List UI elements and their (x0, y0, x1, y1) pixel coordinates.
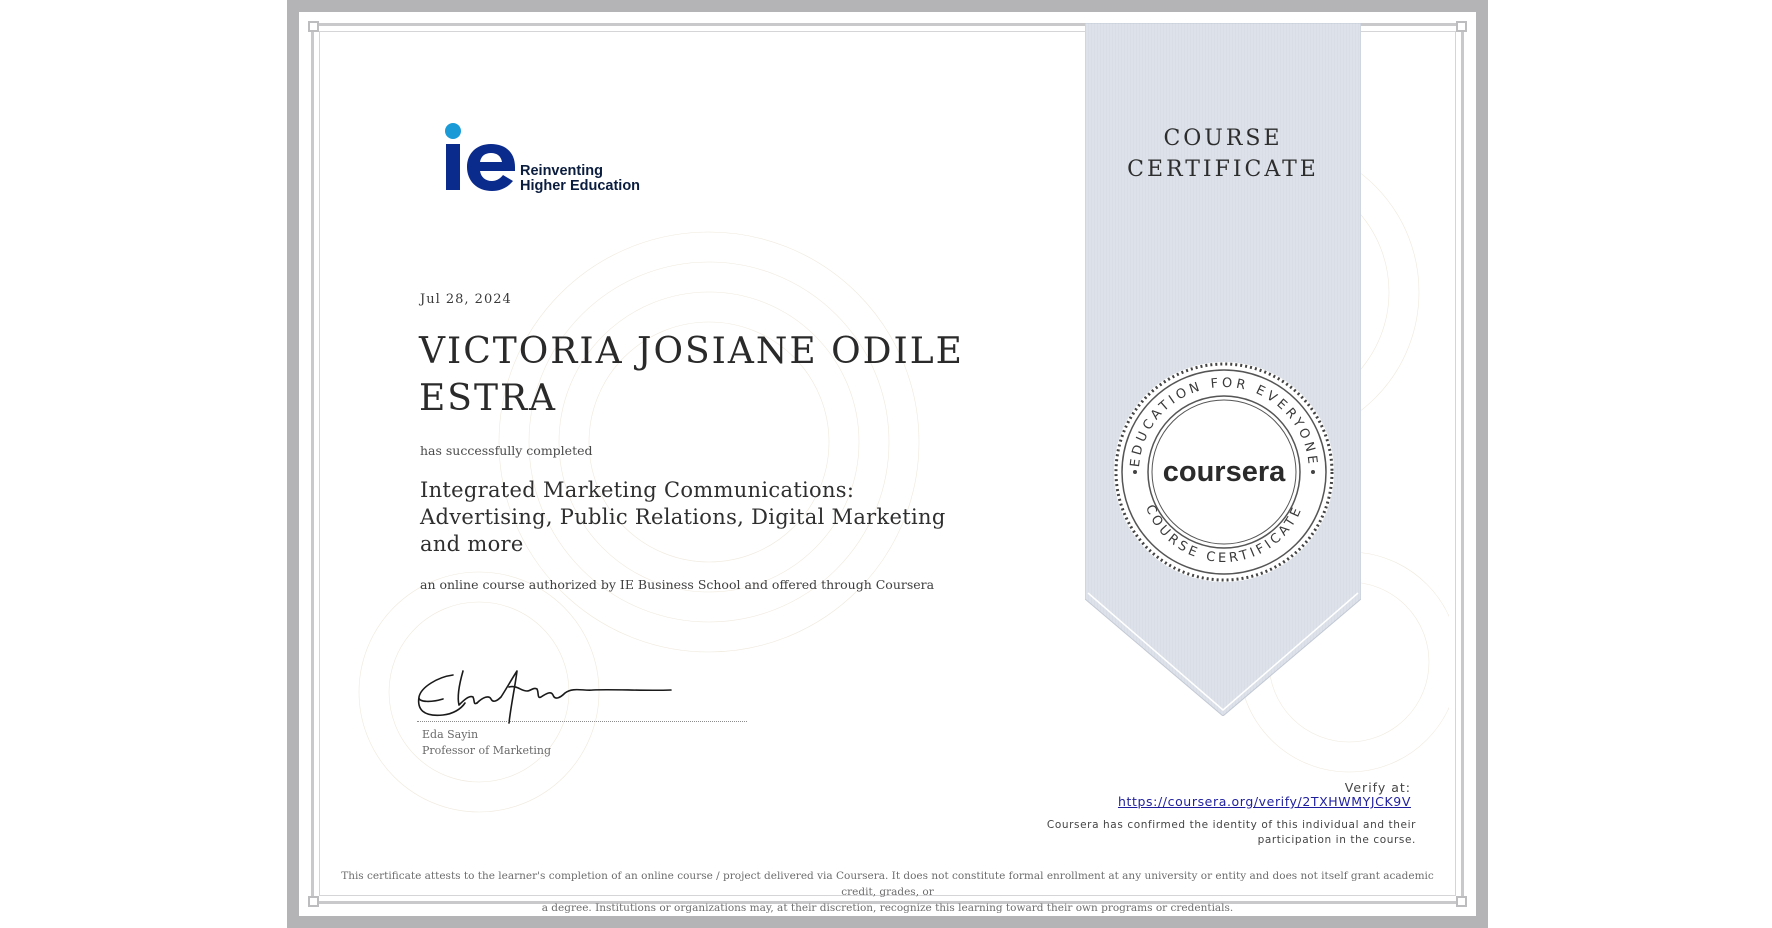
verify-label: Verify at: (1344, 780, 1411, 795)
verify-link[interactable]: https://coursera.org/verify/2TXHWMYJCK9V (1118, 794, 1411, 809)
signature-line (417, 721, 747, 722)
completed-text: has successfully completed (420, 443, 593, 458)
ie-logo-mark (445, 123, 515, 191)
certificate-ribbon: COURSE CERTIFICATE EDUCATION FOR EVERYON… (1085, 23, 1361, 716)
corner-ornament (1456, 896, 1467, 907)
logo-tagline-line: Higher Education (520, 178, 641, 194)
completion-date: Jul 28, 2024 (420, 292, 512, 307)
course-description: an online course authorized by IE Busine… (420, 577, 935, 592)
corner-ornament (1456, 21, 1467, 32)
certificate-sheet: COURSE CERTIFICATE EDUCATION FOR EVERYON… (299, 12, 1476, 916)
heading-line: CERTIFICATE (1127, 157, 1319, 182)
signature-image (417, 670, 672, 724)
course-title-line: and more (420, 532, 524, 556)
certificate-frame: COURSE CERTIFICATE EDUCATION FOR EVERYON… (287, 0, 1488, 928)
recipient-name: VICTORIA JOSIANE ODILE ESTRA (419, 328, 979, 422)
disclaimer-line: This certificate attests to the learner'… (341, 870, 1434, 898)
logo-tagline-line: Reinventing (520, 163, 603, 179)
logo-tagline: Reinventing Higher Education (520, 164, 640, 194)
coursera-seal: EDUCATION FOR EVERYONE COURSE CERTIFICAT… (1114, 362, 1334, 582)
course-title: Integrated Marketing Communications: Adv… (420, 477, 960, 558)
recipient-name-line: VICTORIA JOSIANE ODILE (419, 331, 964, 372)
seal-brand: coursera (1163, 456, 1286, 488)
corner-ornament (308, 896, 319, 907)
certificate-heading: COURSE CERTIFICATE (1085, 123, 1361, 185)
disclaimer: This certificate attests to the learner'… (329, 868, 1446, 916)
heading-line: COURSE (1163, 126, 1283, 151)
signer-title: Professor of Marketing (422, 744, 552, 757)
page: COURSE CERTIFICATE EDUCATION FOR EVERYON… (0, 0, 1772, 928)
corner-ornament (308, 21, 319, 32)
course-title-line: Integrated Marketing Communications: (420, 478, 855, 502)
recipient-name-line: ESTRA (419, 378, 558, 419)
ie-logo: Reinventing Higher Education (443, 120, 653, 200)
verify-note: Coursera has confirmed the identity of t… (1046, 819, 1416, 846)
course-title-line: Advertising, Public Relations, Digital M… (420, 505, 946, 529)
disclaimer-line: a degree. Institutions or organizations … (541, 902, 1234, 914)
signer-name: Eda Sayin (422, 728, 479, 741)
